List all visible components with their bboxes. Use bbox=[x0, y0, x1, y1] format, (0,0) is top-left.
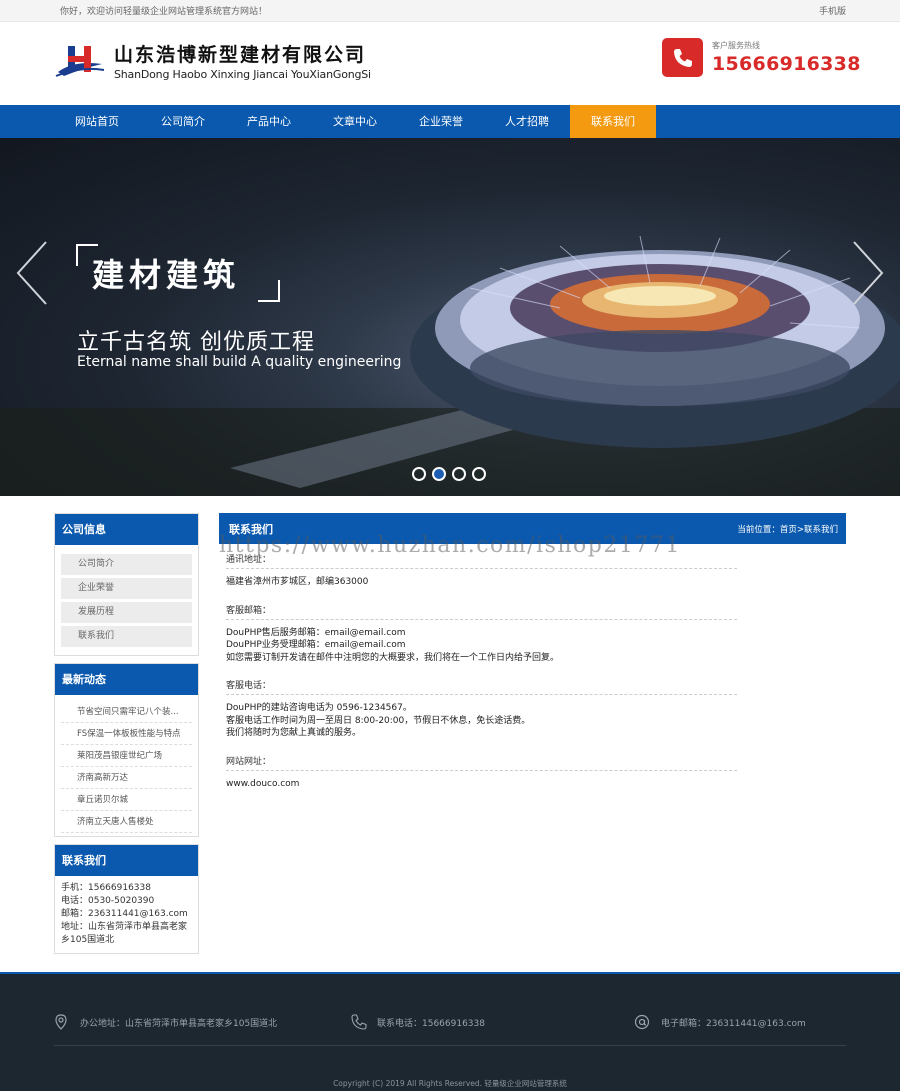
prev-slide-icon[interactable] bbox=[14, 238, 50, 308]
slide-dot-active[interactable] bbox=[432, 467, 446, 481]
banner-subtitle: 立千古名筑 创优质工程 bbox=[77, 330, 315, 355]
contact-box: 联系我们 手机：15666916338 电话：0530-5020390 邮箱：2… bbox=[54, 844, 199, 954]
banner-title: 建材建筑 bbox=[92, 256, 241, 294]
address-line: 福建省漳州市芗城区，邮编363000 bbox=[226, 577, 369, 587]
email-line: DouPHP业务受理邮箱：email@email.com bbox=[226, 640, 406, 650]
slide-dot[interactable] bbox=[472, 467, 486, 481]
company-name-en: ShanDong Haobo Xinxing Jiancai YouXianGo… bbox=[114, 67, 371, 81]
news-item[interactable]: FS保温一体板板性能与特点 bbox=[61, 723, 192, 745]
contact-phone: 电话：0530-5020390 bbox=[61, 896, 155, 906]
breadcrumb: 当前位置：首页>联系我们 bbox=[737, 523, 838, 535]
nav-item-honors[interactable]: 企业荣誉 bbox=[398, 105, 484, 138]
logo[interactable]: 山东浩博新型建材有限公司 ShanDong Haobo Xinxing Jian… bbox=[54, 42, 371, 82]
website-text: www.douco.com bbox=[226, 771, 737, 791]
contact-address: 地址：山东省菏泽市单县高老家乡105国道北 bbox=[61, 922, 188, 945]
next-slide-icon[interactable] bbox=[850, 238, 886, 308]
email-line: DouPHP售后服务邮箱：email@email.com bbox=[226, 627, 406, 638]
phone-text: DouPHP的建站咨询电话为 0596-1234567。 客服电话工作时间为周一… bbox=[226, 695, 737, 740]
phone-label: 客服电话： bbox=[226, 678, 737, 695]
email-text: DouPHP售后服务邮箱：email@email.com DouPHP业务受理邮… bbox=[226, 620, 737, 665]
content-body: 通讯地址： 福建省漳州市芗城区，邮编363000 客服邮箱： DouPHP售后服… bbox=[219, 544, 744, 790]
hotline-label: 客户服务热线 bbox=[712, 41, 760, 50]
footer: 办公地址：山东省菏泽市单县高老家乡105国道北 联系电话：15666916338… bbox=[0, 972, 900, 1091]
slide-dots bbox=[412, 467, 492, 481]
title-bracket-right bbox=[258, 280, 280, 302]
footer-address: 办公地址：山东省菏泽市单县高老家乡105国道北 bbox=[54, 1014, 277, 1030]
breadcrumb-current[interactable]: 联系我们 bbox=[804, 525, 838, 535]
email-line: 如您需要订制开发请在邮件中注明您的大概要求，我们将在一个工作日内给予回复。 bbox=[226, 652, 560, 663]
sidebar: 公司信息 公司简介 企业荣誉 发展历程 联系我们 最新动态 节省空间只需牢记八个… bbox=[54, 513, 199, 961]
watermark: https://www.huzhan.com/ishop21771 bbox=[219, 533, 681, 558]
mobile-version-link[interactable]: 手机版 bbox=[819, 4, 846, 17]
phone-icon bbox=[351, 1014, 367, 1030]
footer-address-text: 办公地址：山东省菏泽市单县高老家乡105国道北 bbox=[80, 1018, 278, 1029]
banner-slider[interactable]: 建材建筑 立千古名筑 创优质工程 Eternal name shall buil… bbox=[0, 138, 900, 496]
hotline: 客户服务热线 15666916338 bbox=[662, 38, 861, 77]
phone-icon bbox=[662, 38, 703, 77]
phone-line: 客服电话工作时间为周一至周日 8:00-20:00，节假日不休息，免长途话费。 bbox=[226, 715, 531, 726]
slide-dot[interactable] bbox=[412, 467, 426, 481]
main-area: 公司信息 公司简介 企业荣誉 发展历程 联系我们 最新动态 节省空间只需牢记八个… bbox=[0, 496, 900, 975]
contact-mobile: 手机：15666916338 bbox=[61, 883, 151, 893]
footer-email-text: 电子邮箱：236311441@163.com bbox=[661, 1018, 806, 1029]
nav-item-home[interactable]: 网站首页 bbox=[54, 105, 140, 138]
company-name-cn: 山东浩博新型建材有限公司 bbox=[114, 43, 367, 66]
nav-item-about[interactable]: 公司简介 bbox=[140, 105, 226, 138]
news-item[interactable]: 章丘诺贝尔城 bbox=[61, 789, 192, 811]
footer-divider bbox=[54, 1045, 846, 1046]
contact-title: 联系我们 bbox=[55, 845, 198, 876]
breadcrumb-home[interactable]: 首页 bbox=[780, 525, 797, 535]
website-line[interactable]: www.douco.com bbox=[226, 778, 737, 791]
sidebar-item-about[interactable]: 公司简介 bbox=[61, 554, 192, 575]
slide-dot[interactable] bbox=[452, 467, 466, 481]
breadcrumb-separator: > bbox=[796, 524, 804, 535]
phone-line: DouPHP的建站咨询电话为 0596-1234567。 bbox=[226, 703, 412, 713]
nav-item-jobs[interactable]: 人才招聘 bbox=[484, 105, 570, 138]
content-panel: 联系我们 当前位置：首页>联系我们 https://www.huzhan.com… bbox=[219, 513, 846, 790]
footer-phone: 联系电话：15666916338 bbox=[351, 1014, 485, 1030]
news-title: 最新动态 bbox=[55, 664, 198, 695]
nav-item-contact[interactable]: 联系我们 bbox=[570, 105, 656, 138]
breadcrumb-prefix: 当前位置： bbox=[737, 524, 780, 535]
company-info-title: 公司信息 bbox=[55, 514, 198, 545]
top-bar: 你好，欢迎访问轻量级企业网站管理系统官方网站！ 手机版 bbox=[0, 0, 900, 22]
logo-mark-icon bbox=[55, 46, 105, 77]
company-info-box: 公司信息 公司简介 企业荣誉 发展历程 联系我们 bbox=[54, 513, 199, 656]
main-nav: 网站首页 公司简介 产品中心 文章中心 企业荣誉 人才招聘 联系我们 bbox=[0, 105, 900, 138]
nav-item-products[interactable]: 产品中心 bbox=[226, 105, 312, 138]
news-item[interactable]: 济南高新万达 bbox=[61, 767, 192, 789]
sidebar-item-history[interactable]: 发展历程 bbox=[61, 602, 192, 623]
website-label: 网站网址： bbox=[226, 754, 737, 771]
address-text: 福建省漳州市芗城区，邮编363000 bbox=[226, 569, 737, 589]
contact-email: 邮箱：236311441@163.com bbox=[61, 909, 188, 919]
news-item[interactable]: 济南立天唐人售楼处 bbox=[61, 811, 192, 833]
copyright: Copyright (C) 2019 All Rights Reserved. … bbox=[333, 1079, 567, 1088]
news-box: 最新动态 节省空间只需牢记八个装... FS保温一体板板性能与特点 莱阳茂昌银座… bbox=[54, 663, 199, 837]
news-item[interactable]: 莱阳茂昌银座世纪广场 bbox=[61, 745, 192, 767]
at-icon bbox=[634, 1014, 650, 1030]
footer-email: 电子邮箱：236311441@163.com bbox=[634, 1014, 806, 1030]
news-item[interactable]: 节省空间只需牢记八个装... bbox=[61, 701, 192, 723]
footer-phone-text: 联系电话：15666916338 bbox=[377, 1018, 485, 1029]
email-label: 客服邮箱： bbox=[226, 603, 737, 620]
location-icon bbox=[55, 1014, 67, 1030]
banner-subtitle-en: Eternal name shall build A quality engin… bbox=[77, 354, 402, 370]
nav-item-articles[interactable]: 文章中心 bbox=[312, 105, 398, 138]
sidebar-item-honors[interactable]: 企业荣誉 bbox=[61, 578, 192, 599]
header: 山东浩博新型建材有限公司 ShanDong Haobo Xinxing Jian… bbox=[0, 22, 900, 105]
stadium-image bbox=[0, 235, 900, 496]
hotline-number: 15666916338 bbox=[712, 53, 861, 75]
phone-line: 我们将随时为您献上真诚的服务。 bbox=[226, 728, 362, 738]
welcome-text: 你好，欢迎访问轻量级企业网站管理系统官方网站！ bbox=[60, 7, 268, 17]
sidebar-item-contact[interactable]: 联系我们 bbox=[61, 626, 192, 647]
